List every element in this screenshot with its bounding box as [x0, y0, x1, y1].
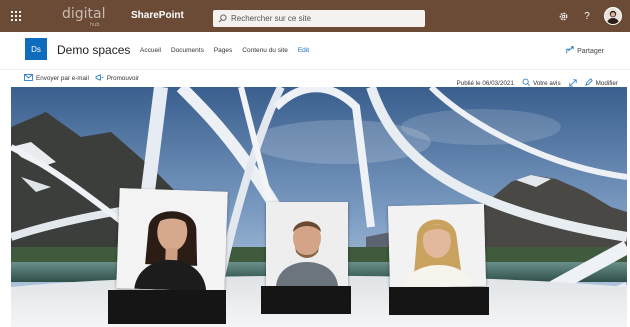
woman-portrait-image: [116, 188, 228, 292]
card-base-right: [389, 287, 489, 315]
app-name-link[interactable]: SharePoint: [131, 10, 184, 21]
command-bar-left: Envoyer par e-mail Promouvoir: [24, 74, 139, 83]
mail-icon: [24, 74, 33, 83]
sharepoint-page: digital hub SharePoint Rechercher sur ce…: [0, 0, 630, 327]
site-logo[interactable]: Ds: [25, 38, 47, 60]
app-launcher-icon: [11, 11, 21, 21]
user-avatar[interactable]: [604, 7, 622, 25]
suite-bar: digital hub SharePoint Rechercher sur ce…: [0, 0, 630, 32]
search-input[interactable]: Rechercher sur ce site: [231, 14, 311, 23]
feedback-label: Votre avis: [532, 79, 561, 87]
site-header: Ds Demo spaces Accueil Documents Pages C…: [0, 32, 630, 69]
card-base-center: [261, 286, 351, 314]
promote-label: Promouvoir: [106, 75, 140, 82]
org-logo[interactable]: digital hub: [32, 0, 106, 32]
share-button[interactable]: Partager: [566, 46, 604, 56]
megaphone-icon: [95, 74, 104, 83]
site-navigation: Accueil Documents Pages Contenu du site …: [140, 47, 309, 54]
email-button[interactable]: Envoyer par e-mail: [24, 74, 89, 83]
edit-label: Modifier: [595, 79, 618, 87]
nav-item-documents[interactable]: Documents: [171, 47, 204, 54]
share-label: Partager: [577, 47, 604, 55]
promote-button[interactable]: Promouvoir: [95, 74, 139, 83]
help-icon[interactable]: ?: [580, 9, 594, 23]
org-logo-subtext: hub: [90, 22, 100, 28]
nav-edit-link[interactable]: Edit: [298, 47, 309, 54]
nav-item-pages[interactable]: Pages: [214, 47, 232, 54]
search-icon: [213, 10, 231, 27]
app-launcher-button[interactable]: [0, 0, 32, 32]
command-bar: Envoyer par e-mail Promouvoir Publié le …: [0, 69, 630, 87]
nav-item-accueil[interactable]: Accueil: [140, 47, 161, 54]
org-logo-text: digital: [62, 6, 106, 22]
published-date: Publié le 06/03/2021: [456, 79, 514, 87]
email-label: Envoyer par e-mail: [36, 75, 89, 82]
settings-icon[interactable]: [556, 9, 570, 23]
space-canvas[interactable]: [11, 87, 627, 327]
card-base-left: [108, 290, 226, 324]
suite-actions: ?: [556, 7, 622, 25]
site-title[interactable]: Demo spaces: [57, 43, 130, 57]
man-portrait-image: [266, 202, 348, 286]
woman-smiling-portrait-image: [387, 203, 487, 289]
person-card-left[interactable]: [116, 188, 228, 292]
search-box[interactable]: Rechercher sur ce site: [213, 10, 425, 27]
person-card-right[interactable]: [387, 203, 487, 289]
person-card-center[interactable]: [266, 202, 348, 286]
nav-item-contenu-du-site[interactable]: Contenu du site: [242, 47, 288, 54]
share-icon: [566, 46, 574, 56]
